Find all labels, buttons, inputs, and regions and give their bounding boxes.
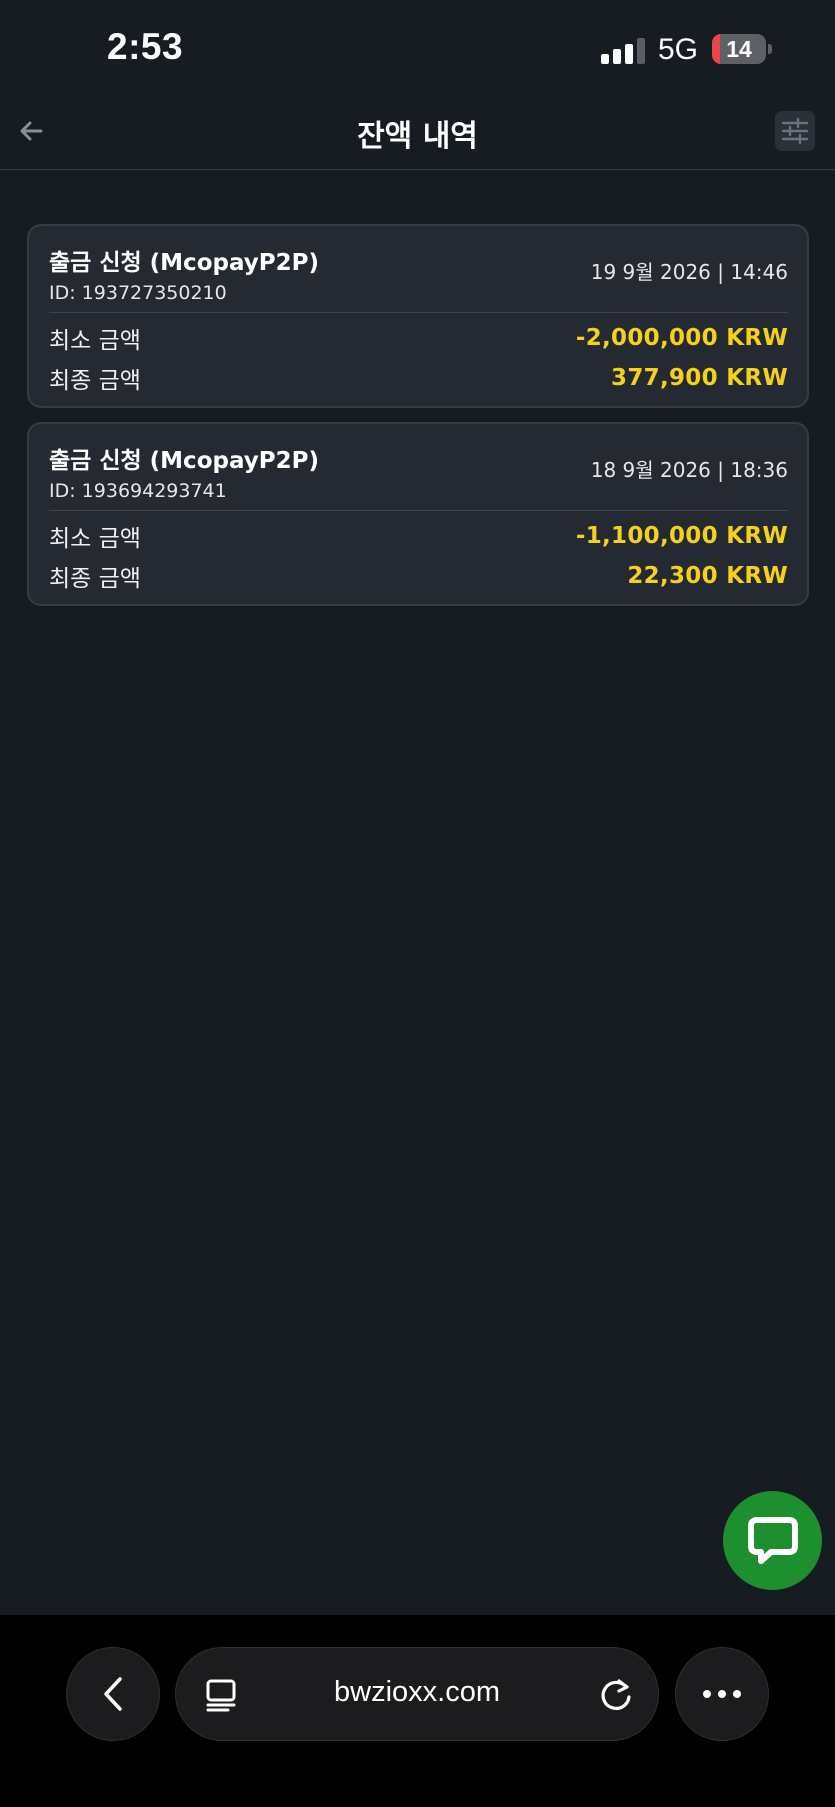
page-header: 잔액 내역 xyxy=(0,100,835,170)
transaction-list: 출금 신청 (McopayP2P) 19 9월 2026 | 14:46 ID:… xyxy=(27,224,809,620)
battery-cap xyxy=(768,44,772,54)
final-amount-row: 최종 금액 377,900 KRW xyxy=(49,363,788,394)
final-amount-label: 최종 금액 xyxy=(49,368,141,394)
min-amount-label: 최소 금액 xyxy=(49,328,141,354)
sliders-icon xyxy=(781,118,809,144)
chat-bubble-icon xyxy=(747,1516,798,1564)
min-amount-row: 최소 금액 -2,000,000 KRW xyxy=(49,323,788,354)
final-amount-value: 22,300 KRW xyxy=(627,563,788,589)
battery-icon: 14 xyxy=(712,34,766,64)
signal-icon xyxy=(601,38,645,64)
final-amount-label: 최종 금액 xyxy=(49,566,141,592)
min-amount-value: -2,000,000 KRW xyxy=(575,325,788,351)
more-options-button[interactable] xyxy=(675,1647,769,1741)
min-amount-value: -1,100,000 KRW xyxy=(575,523,788,549)
transaction-id: ID: 193727350210 xyxy=(49,282,227,304)
transaction-card[interactable]: 출금 신청 (McopayP2P) 19 9월 2026 | 14:46 ID:… xyxy=(27,224,809,408)
divider xyxy=(49,312,788,313)
transaction-title: 출금 신청 (McopayP2P) xyxy=(49,448,319,474)
chat-button[interactable] xyxy=(723,1491,822,1590)
transaction-id: ID: 193694293741 xyxy=(49,480,227,502)
final-amount-row: 최종 금액 22,300 KRW xyxy=(49,561,788,592)
final-amount-value: 377,900 KRW xyxy=(611,365,788,391)
browser-toolbar: bwzioxx.com xyxy=(0,1615,835,1807)
transaction-card[interactable]: 출금 신청 (McopayP2P) 18 9월 2026 | 18:36 ID:… xyxy=(27,422,809,606)
more-dots-icon xyxy=(703,1690,741,1698)
min-amount-row: 최소 금액 -1,100,000 KRW xyxy=(49,521,788,552)
url-text: bwzioxx.com xyxy=(334,1676,500,1708)
battery-level: 14 xyxy=(726,36,752,62)
min-amount-label: 최소 금액 xyxy=(49,526,141,552)
screen: 2:53 5G 14 잔액 내역 출금 신청 (McopayP2P) 19 9월… xyxy=(0,0,835,1807)
address-bar[interactable]: bwzioxx.com xyxy=(175,1647,659,1741)
transaction-datetime: 18 9월 2026 | 18:36 xyxy=(590,458,788,482)
divider xyxy=(49,510,788,511)
filter-button[interactable] xyxy=(775,111,815,151)
transaction-title: 출금 신청 (McopayP2P) xyxy=(49,250,319,276)
network-type: 5G xyxy=(658,33,699,66)
reload-icon[interactable] xyxy=(598,1676,634,1712)
status-time: 2:53 xyxy=(107,26,184,67)
status-bar: 2:53 5G 14 xyxy=(0,0,835,100)
chevron-left-icon xyxy=(104,1677,122,1711)
page-title: 잔액 내역 xyxy=(357,119,478,154)
browser-back-button[interactable] xyxy=(66,1647,160,1741)
transaction-datetime: 19 9월 2026 | 14:46 xyxy=(590,260,788,284)
